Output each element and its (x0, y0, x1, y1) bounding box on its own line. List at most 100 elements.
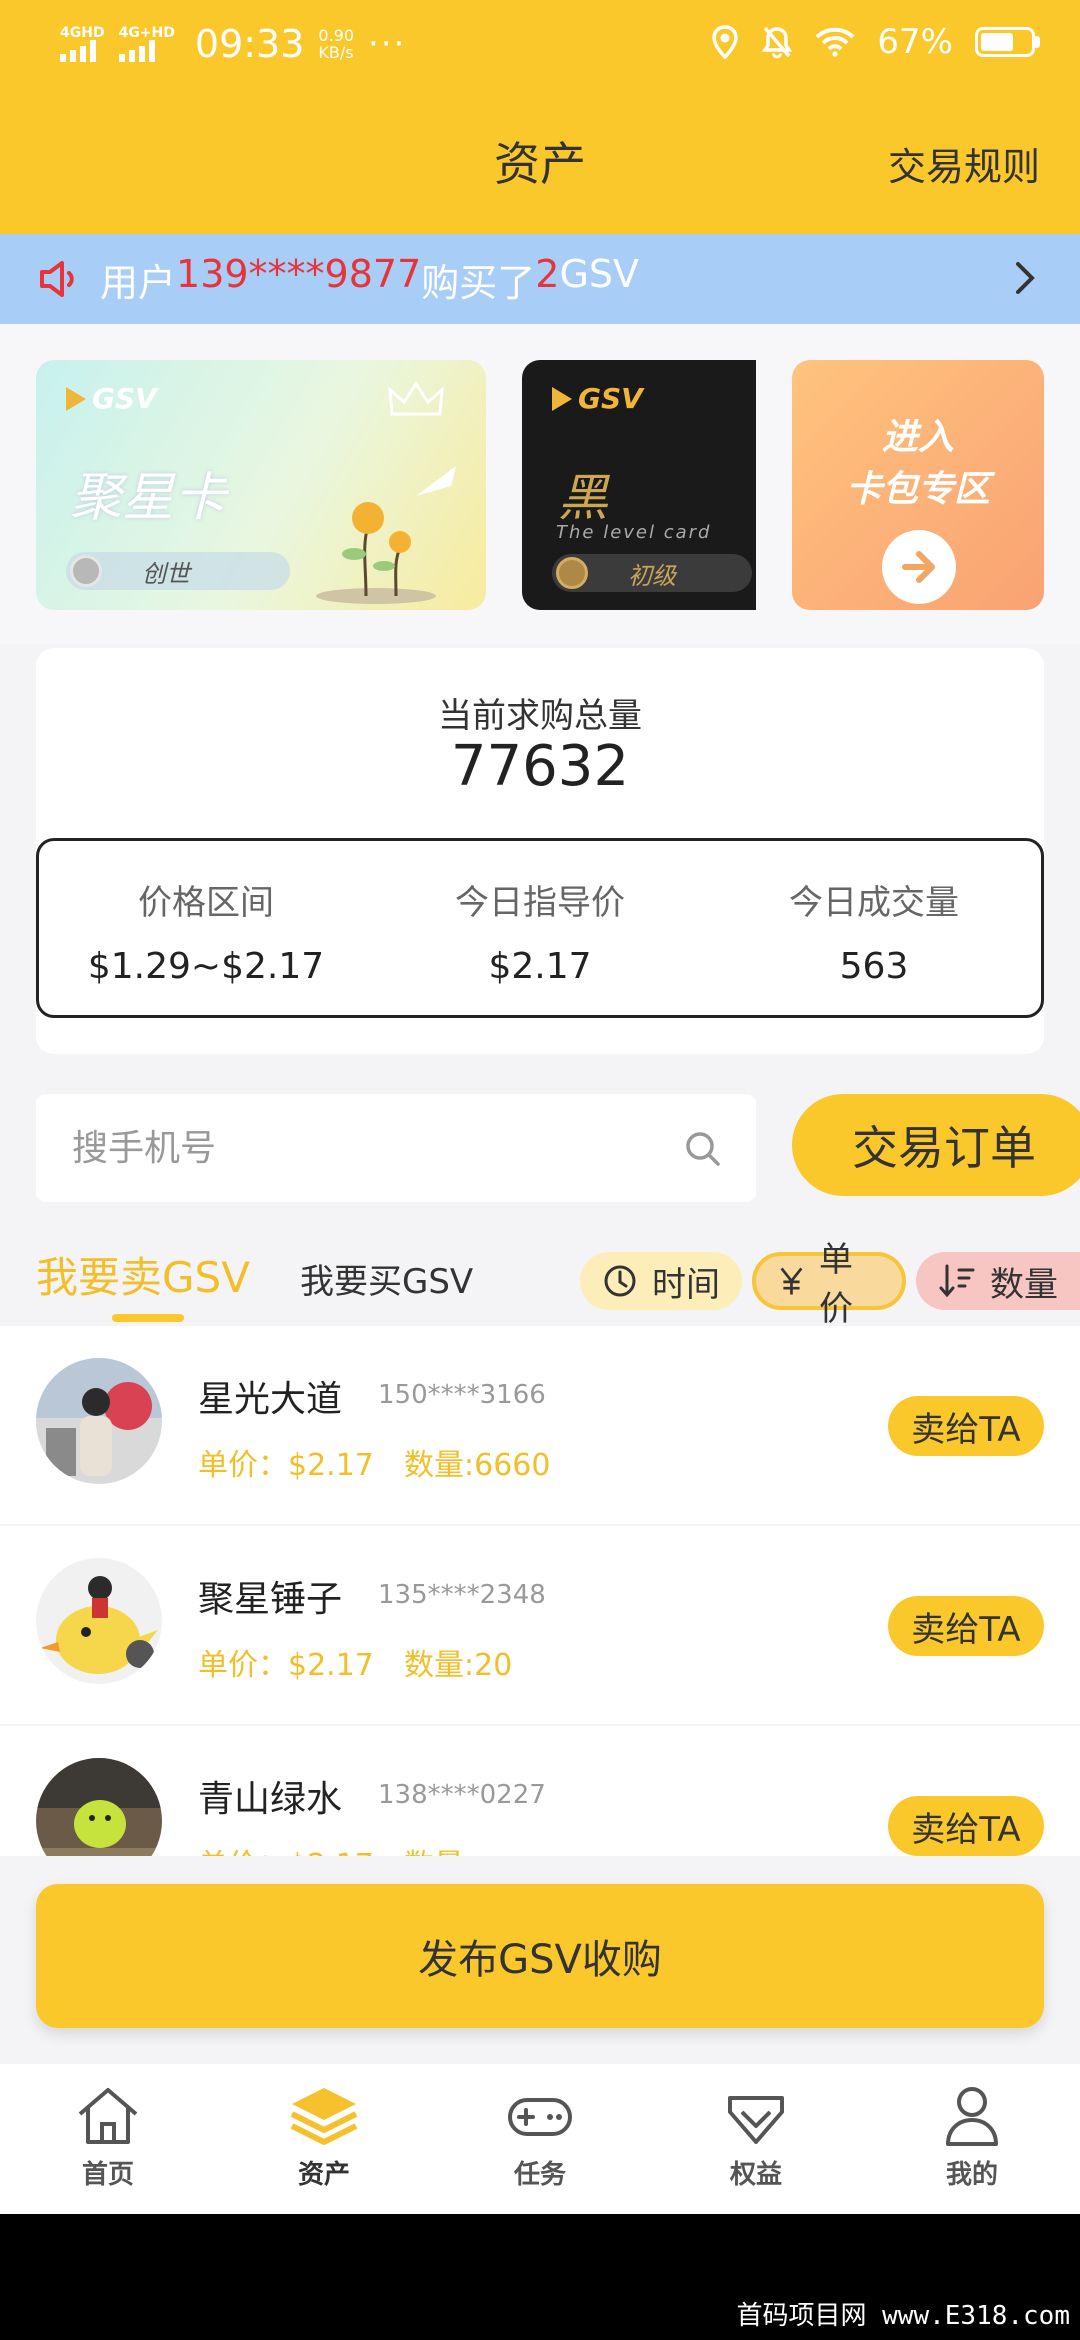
user-name: 聚星锤子 (198, 1579, 343, 1620)
net-speed-unit: KB/s (318, 43, 354, 62)
sort-descending-icon (939, 1264, 975, 1298)
trade-orders-button[interactable]: 交易订单 (792, 1094, 1080, 1196)
list-item: 聚星锤子 135****2348 单价：$2.17 数量:20 卖给TA (0, 1526, 1080, 1726)
user-name: 青山绿水 (198, 1779, 343, 1820)
card2-brand: GSV (578, 382, 643, 415)
bottom-nav: 首页 资产 任务 权益 我的 (0, 2064, 1080, 2214)
net-speed: 0.90 KB/s (318, 27, 354, 61)
medal-icon (556, 557, 588, 589)
stat-value: $2.17 (488, 946, 592, 987)
nav-profile[interactable]: 我的 (864, 2064, 1080, 2214)
juxing-card[interactable]: GSV 聚星卡 创世 (36, 360, 486, 610)
quantity: 数量:20 (404, 1648, 513, 1683)
user-phone: 150****3166 (378, 1380, 546, 1410)
avatar[interactable] (36, 1758, 162, 1856)
card2-level-badge: 初级 (552, 554, 752, 592)
gamepad-icon (508, 2098, 572, 2136)
sort-time-label: 时间 (652, 1264, 720, 1305)
card2-level: 初级 (628, 561, 676, 590)
stat-price-range: 价格区间 $1.29~$2.17 (39, 841, 373, 1015)
home-icon (78, 2088, 138, 2144)
stats-panel: 当前求购总量 77632 价格区间 $1.29~$2.17 今日指导价 $2.1… (36, 648, 1044, 1054)
tab-sell-gsv[interactable]: 我要卖GSV (36, 1244, 250, 1305)
nav-assets-label: 资产 (297, 2160, 350, 2190)
sell-to-button[interactable]: 卖给TA (888, 1396, 1044, 1456)
sell-to-button[interactable]: 卖给TA (888, 1796, 1044, 1856)
notice-phone: 139****9877 (176, 251, 422, 296)
signal-bars-icon (118, 40, 155, 62)
location-icon (712, 25, 739, 59)
gsv-logo: GSV (552, 382, 643, 415)
stat-name: 价格区间 (138, 883, 274, 923)
phone-search-input[interactable] (36, 1094, 682, 1202)
list-item: 星光大道 150****3166 单价：$2.17 数量:6660 卖给TA (0, 1326, 1080, 1526)
sort-by-quantity[interactable]: 数量 (916, 1252, 1080, 1310)
tab-buy-gsv[interactable]: 我要买GSV (300, 1254, 473, 1303)
sort-by-price[interactable]: 单价 (752, 1240, 906, 1329)
unit-price: 单价：$2.17 (198, 1648, 374, 1683)
status-bar: 4GHD 4G+HD 09:33 0.90 KB/s ··· 67% (0, 0, 1080, 90)
card-wallet-entry[interactable]: 进入 卡包专区 (792, 360, 1044, 610)
wifi-icon (816, 27, 855, 57)
card3-line1: 进入 (881, 417, 954, 458)
watermark: 首码项目网 www.E318.com (736, 2301, 1071, 2331)
system-nav-area: 首码项目网 www.E318.com (0, 2214, 1080, 2340)
search-bar (36, 1094, 756, 1202)
unit-price: 单价：$2.17 (198, 1840, 374, 1856)
nav-benefits-label: 权益 (729, 2160, 782, 2190)
list-item: 青山绿水 138****0227 单价：$2.17 数量: 卖给TA (0, 1726, 1080, 1856)
user-icon (946, 2087, 998, 2146)
trade-rules-link[interactable]: 交易规则 (888, 136, 1040, 191)
stats-box: 价格区间 $1.29~$2.17 今日指导价 $2.17 今日成交量 563 (36, 838, 1044, 1018)
signal-2-label: 4G+HD (118, 25, 175, 41)
card3-line2: 卡包专区 (845, 469, 990, 510)
battery-icon (975, 27, 1040, 57)
sort-by-time[interactable]: 时间 (580, 1252, 742, 1310)
stat-value: $1.29~$2.17 (87, 946, 325, 987)
battery-percent: 67% (877, 22, 953, 62)
nav-benefits[interactable]: 权益 (648, 2064, 864, 2214)
card2-subtitle: The level card (556, 522, 712, 543)
clock: 09:33 (194, 22, 305, 66)
trade-tabs: 我要卖GSV 我要买GSV 时间 单价 数量 (0, 1234, 1080, 1329)
purchase-notice-bar[interactable]: 用户 139****9877 购买了 2 GSV (0, 234, 1080, 324)
notice-amount: 2 (535, 251, 560, 296)
battery-fill (981, 33, 1014, 51)
avatar[interactable] (36, 1558, 162, 1684)
arrow-right-icon (902, 551, 935, 583)
sort-qty-label: 数量 (990, 1264, 1058, 1305)
stat-volume: 今日成交量 563 (707, 841, 1041, 1015)
search-icon[interactable] (682, 1128, 722, 1168)
sell-to-button[interactable]: 卖给TA (888, 1596, 1044, 1656)
card1-level: 创世 (142, 559, 190, 588)
quantity: 数量:6660 (404, 1448, 551, 1483)
crown-icon (388, 381, 444, 416)
active-tab-indicator (112, 1314, 184, 1322)
enter-arrow-button[interactable] (882, 530, 956, 604)
nav-home-label: 首页 (81, 2160, 134, 2190)
card1-level-badge: 创世 (66, 552, 290, 590)
card1-name: 聚星卡 (70, 468, 227, 528)
card-wallet-text: 进入 卡包专区 (792, 412, 1044, 516)
total-demand-label: 当前求购总量 (438, 696, 642, 736)
diamond-shield-icon (728, 2096, 784, 2144)
buy-order-list: 星光大道 150****3166 单价：$2.17 数量:6660 卖给TA 聚… (0, 1326, 1080, 1856)
notice-middle: 购买了 (421, 260, 536, 305)
nav-tasks-label: 任务 (513, 2160, 566, 2190)
signal-2: 4G+HD (118, 25, 175, 62)
notice-prefix: 用户 (100, 260, 177, 305)
black-card[interactable]: GSV 黑 The level card 初级 (522, 360, 756, 610)
stat-guide-price: 今日指导价 $2.17 (373, 841, 707, 1015)
card-carousel[interactable]: GSV 聚星卡 创世 GSV 黑 The level card 初级 进入 卡包… (0, 324, 1080, 644)
publish-gsv-purchase-button[interactable]: 发布GSV收购 (36, 1884, 1044, 2028)
nav-tasks[interactable]: 任务 (432, 2064, 648, 2214)
header: 4GHD 4G+HD 09:33 0.90 KB/s ··· 67% 资产 交易… (0, 0, 1080, 234)
nav-profile-label: 我的 (945, 2160, 998, 2190)
status-left: 4GHD 4G+HD 09:33 0.90 KB/s ··· (60, 22, 406, 66)
gsv-logo: GSV (66, 382, 157, 415)
nav-home[interactable]: 首页 (0, 2064, 216, 2214)
nav-assets[interactable]: 资产 (216, 2064, 432, 2214)
avatar[interactable] (36, 1358, 162, 1484)
signal-1: 4GHD (60, 26, 105, 62)
bell-muted-icon (762, 26, 793, 59)
